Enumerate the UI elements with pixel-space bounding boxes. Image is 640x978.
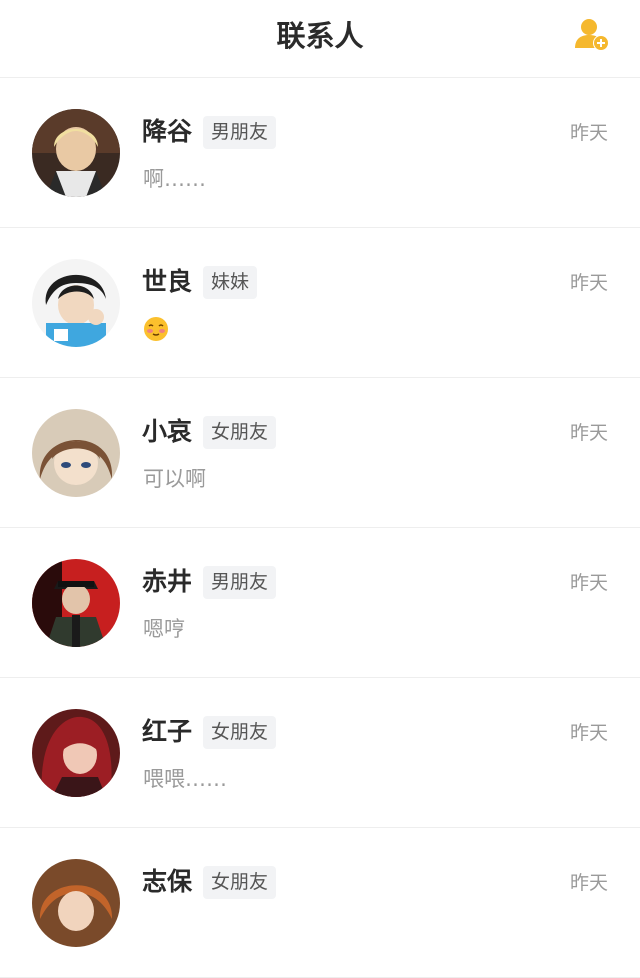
contact-row[interactable]: 志保 女朋友 昨天 bbox=[0, 828, 640, 978]
contact-name: 世良 bbox=[142, 267, 193, 296]
relationship-tag: 女朋友 bbox=[203, 716, 277, 749]
message-time: 昨天 bbox=[569, 572, 608, 594]
message-time: 昨天 bbox=[569, 722, 608, 744]
message-time: 昨天 bbox=[569, 272, 608, 294]
avatar[interactable] bbox=[32, 109, 120, 197]
message-time: 昨天 bbox=[569, 422, 608, 444]
avatar[interactable] bbox=[32, 409, 120, 497]
contact-row[interactable]: 降谷 男朋友 啊…… 昨天 bbox=[0, 78, 640, 228]
relationship-tag: 男朋友 bbox=[203, 566, 277, 599]
message-time: 昨天 bbox=[569, 872, 608, 894]
contact-name: 红子 bbox=[142, 717, 193, 746]
contact-name: 小哀 bbox=[142, 417, 193, 446]
avatar[interactable] bbox=[32, 259, 120, 347]
contact-row[interactable]: 赤井 男朋友 嗯哼 昨天 bbox=[0, 528, 640, 678]
contact-row[interactable]: 世良 妹妹 昨天 bbox=[0, 228, 640, 378]
add-contact-button[interactable] bbox=[572, 14, 612, 54]
page-title: 联系人 bbox=[276, 19, 364, 53]
last-message: 嗯哼 bbox=[143, 617, 185, 641]
contact-name: 降谷 bbox=[142, 117, 193, 146]
top-bar: 联系人 bbox=[0, 0, 640, 78]
contact-name: 赤井 bbox=[142, 567, 193, 596]
avatar[interactable] bbox=[32, 559, 120, 647]
last-message: 可以啊 bbox=[143, 467, 206, 491]
last-message: 喂喂…… bbox=[143, 767, 227, 791]
message-time: 昨天 bbox=[569, 122, 608, 144]
relationship-tag: 女朋友 bbox=[203, 416, 277, 449]
contact-list: 降谷 男朋友 啊…… 昨天 世良 妹妹 昨天 小哀 女朋友 可以啊 昨天 赤井 … bbox=[0, 78, 640, 978]
contact-row[interactable]: 小哀 女朋友 可以啊 昨天 bbox=[0, 378, 640, 528]
blushing-emoji-icon bbox=[144, 317, 168, 341]
contact-name: 志保 bbox=[142, 867, 193, 896]
contact-row[interactable]: 红子 女朋友 喂喂…… 昨天 bbox=[0, 678, 640, 828]
relationship-tag: 女朋友 bbox=[203, 866, 277, 899]
relationship-tag: 男朋友 bbox=[203, 116, 277, 149]
last-message: 啊…… bbox=[143, 167, 206, 191]
avatar[interactable] bbox=[32, 709, 120, 797]
add-contact-icon bbox=[575, 19, 609, 51]
relationship-tag: 妹妹 bbox=[203, 266, 258, 299]
avatar[interactable] bbox=[32, 859, 120, 947]
